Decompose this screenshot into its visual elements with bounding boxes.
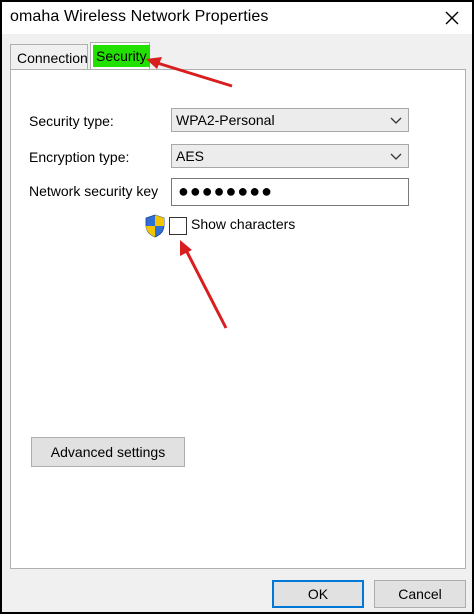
tab-security-label: Security (93, 45, 150, 67)
show-characters-checkbox[interactable] (169, 217, 187, 235)
tab-connection-label: Connection (17, 50, 88, 66)
network-key-value: ●●●●●●●● (178, 181, 273, 201)
ok-button[interactable]: OK (272, 580, 364, 608)
encryption-type-select[interactable]: AES (171, 144, 409, 168)
encryption-type-label: Encryption type: (29, 149, 130, 165)
chevron-down-icon (390, 117, 402, 124)
network-key-label: Network security key (29, 183, 159, 199)
close-icon (445, 11, 459, 25)
security-panel: Security type: WPA2-Personal Encryption … (10, 69, 466, 569)
chevron-down-icon (390, 153, 402, 160)
tab-connection[interactable]: Connection (10, 44, 88, 70)
show-characters-label: Show characters (191, 216, 296, 232)
properties-dialog: omaha Wireless Network Properties Connec… (0, 0, 474, 614)
cancel-button[interactable]: Cancel (374, 580, 466, 608)
uac-shield-icon (145, 214, 165, 238)
title-bar: omaha Wireless Network Properties (2, 2, 472, 34)
tab-security[interactable]: Security (90, 42, 150, 70)
window-title: omaha Wireless Network Properties (10, 8, 269, 25)
encryption-type-value: AES (176, 148, 205, 164)
security-type-label: Security type: (29, 113, 114, 129)
security-type-value: WPA2-Personal (176, 112, 275, 128)
advanced-settings-button[interactable]: Advanced settings (31, 437, 185, 467)
network-key-input[interactable]: ●●●●●●●● (171, 178, 409, 206)
security-type-select[interactable]: WPA2-Personal (171, 108, 409, 132)
close-button[interactable] (440, 6, 464, 30)
